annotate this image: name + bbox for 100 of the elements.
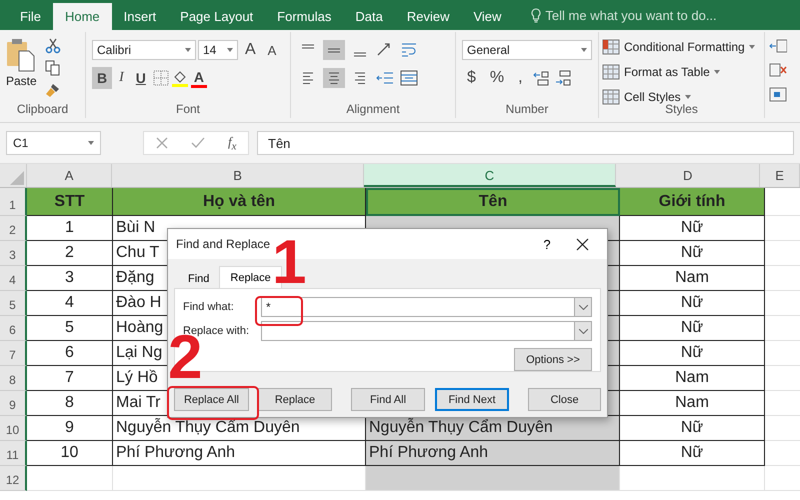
table-cell: Họ và tên bbox=[113, 188, 366, 216]
number-format-button[interactable]: $ bbox=[462, 67, 481, 89]
close-icon[interactable] bbox=[576, 238, 589, 250]
table-cell: 9 bbox=[27, 416, 113, 441]
dialog-button[interactable]: Replace bbox=[258, 388, 332, 411]
decimal-decrease-icon[interactable] bbox=[554, 69, 572, 87]
table-style-icon bbox=[602, 89, 620, 105]
table-cell: Nữ bbox=[620, 316, 765, 341]
table-cell: Nam bbox=[620, 266, 765, 291]
merge-icon[interactable] bbox=[399, 68, 419, 88]
group-label: Alignment bbox=[346, 102, 400, 116]
table-cell: 5 bbox=[27, 316, 113, 341]
column-header[interactable]: A bbox=[26, 164, 112, 187]
font-style-button[interactable]: B bbox=[92, 67, 112, 89]
styles-button[interactable]: Cell Styles bbox=[624, 90, 681, 104]
ribbon-tab[interactable]: Home bbox=[52, 3, 112, 30]
font-style-button[interactable]: I bbox=[114, 67, 129, 89]
table-cell: Nữ bbox=[620, 291, 765, 316]
row-header[interactable]: 10 bbox=[0, 416, 27, 441]
chevron-icon bbox=[578, 304, 588, 310]
ribbon-tab[interactable]: Formulas bbox=[265, 3, 344, 30]
caret-icon bbox=[227, 48, 233, 52]
column-header[interactable]: E bbox=[760, 164, 800, 187]
group-label: Clipboard bbox=[16, 102, 68, 116]
table-cell: Nữ bbox=[620, 441, 765, 466]
horizontal-align-icon[interactable] bbox=[323, 68, 345, 88]
delete-cells-icon[interactable] bbox=[769, 62, 787, 78]
table-cell: 10 bbox=[27, 441, 113, 466]
decimal-increase-icon[interactable] bbox=[532, 69, 550, 87]
caret-icon bbox=[88, 141, 94, 145]
font-color-button[interactable]: A bbox=[190, 68, 208, 88]
row-header[interactable]: 8 bbox=[0, 366, 27, 391]
row-header[interactable]: 2 bbox=[0, 216, 27, 241]
ribbon-tab[interactable]: Review bbox=[394, 3, 462, 30]
row-header[interactable]: 6 bbox=[0, 316, 27, 341]
dropdown-button[interactable] bbox=[574, 297, 592, 317]
styles-button[interactable]: Conditional Formatting bbox=[624, 40, 745, 54]
dialog-button[interactable]: Find Next bbox=[435, 388, 509, 411]
options-button[interactable]: Options >> bbox=[514, 348, 592, 371]
ribbon-tab[interactable]: View bbox=[461, 3, 514, 30]
check-icon[interactable] bbox=[190, 137, 205, 149]
input-field[interactable]: * bbox=[261, 297, 574, 317]
dropdown-button[interactable] bbox=[574, 321, 592, 341]
number-format-button[interactable]: , bbox=[513, 67, 528, 89]
paintbrush-icon[interactable] bbox=[44, 82, 61, 98]
group-label: Font bbox=[176, 102, 200, 116]
table-cell: 4 bbox=[27, 291, 113, 316]
vertical-align-icon[interactable] bbox=[323, 40, 345, 60]
row-header[interactable]: 11 bbox=[0, 441, 27, 466]
scissors-icon[interactable] bbox=[44, 38, 61, 54]
table-style-icon bbox=[602, 64, 620, 80]
number-format-field[interactable]: General bbox=[462, 40, 592, 60]
ribbon-tab[interactable]: File bbox=[8, 3, 53, 30]
row-header[interactable]: 4 bbox=[0, 266, 27, 291]
row-header[interactable]: 1 bbox=[0, 188, 27, 216]
ribbon-tab[interactable]: Data bbox=[343, 3, 395, 30]
table-cell: 6 bbox=[27, 341, 113, 366]
table-cell: Nữ bbox=[620, 341, 765, 366]
font-style-button[interactable]: U bbox=[130, 67, 151, 89]
insert-cells-icon[interactable] bbox=[769, 38, 787, 54]
caret-icon bbox=[748, 45, 755, 49]
styles-button[interactable]: Format as Table bbox=[624, 65, 710, 79]
row-header[interactable]: 3 bbox=[0, 241, 27, 266]
dialog-button[interactable]: Replace All bbox=[174, 388, 249, 411]
caret-icon bbox=[581, 48, 587, 52]
dialog-tab[interactable]: Find bbox=[178, 269, 220, 288]
borders-icon[interactable] bbox=[152, 70, 169, 86]
number-format-button[interactable]: % bbox=[484, 67, 510, 89]
column-header[interactable]: C bbox=[364, 164, 616, 187]
insert-function-button[interactable]: f$_{x}$ bbox=[228, 134, 236, 152]
dialog-button[interactable]: Find All bbox=[351, 388, 425, 411]
font-size-field[interactable]: 14 bbox=[198, 40, 238, 60]
fill-color-icon[interactable] bbox=[170, 69, 189, 87]
paste-button[interactable]: Paste bbox=[6, 36, 37, 98]
tell-me-field[interactable]: Tell me what you want to do... bbox=[545, 8, 717, 23]
help-button[interactable]: ? bbox=[532, 236, 562, 252]
row-header[interactable]: 9 bbox=[0, 391, 27, 416]
row-header[interactable]: 7 bbox=[0, 341, 27, 366]
row-header[interactable]: 12 bbox=[0, 466, 27, 491]
cancel-icon[interactable] bbox=[156, 137, 168, 149]
input-field[interactable] bbox=[261, 321, 574, 341]
name-box[interactable]: C1 bbox=[6, 131, 101, 155]
ribbon-tab[interactable]: Page Layout bbox=[168, 3, 266, 30]
highlight-box bbox=[255, 296, 303, 326]
table-cell: Phí Phương Anh bbox=[113, 441, 366, 466]
table-cell: Nữ bbox=[620, 241, 765, 266]
row-header[interactable]: 5 bbox=[0, 291, 27, 316]
grow-font-button[interactable]: A bbox=[240, 39, 261, 61]
table-cell: Nữ bbox=[620, 416, 765, 441]
column-header[interactable]: D bbox=[616, 164, 760, 187]
table-cell: STT bbox=[27, 188, 113, 216]
font-name-field[interactable]: Calibri bbox=[92, 40, 196, 60]
group-label: Number bbox=[506, 102, 548, 116]
dialog-button[interactable]: Close bbox=[528, 388, 601, 411]
format-cells-icon[interactable] bbox=[769, 86, 787, 102]
table-cell: 2 bbox=[27, 241, 113, 266]
ribbon-tab[interactable]: Insert bbox=[112, 3, 168, 30]
copy-icon[interactable] bbox=[44, 60, 61, 76]
formula-field[interactable]: Tên bbox=[257, 131, 794, 155]
shrink-font-button[interactable]: A bbox=[262, 39, 282, 61]
